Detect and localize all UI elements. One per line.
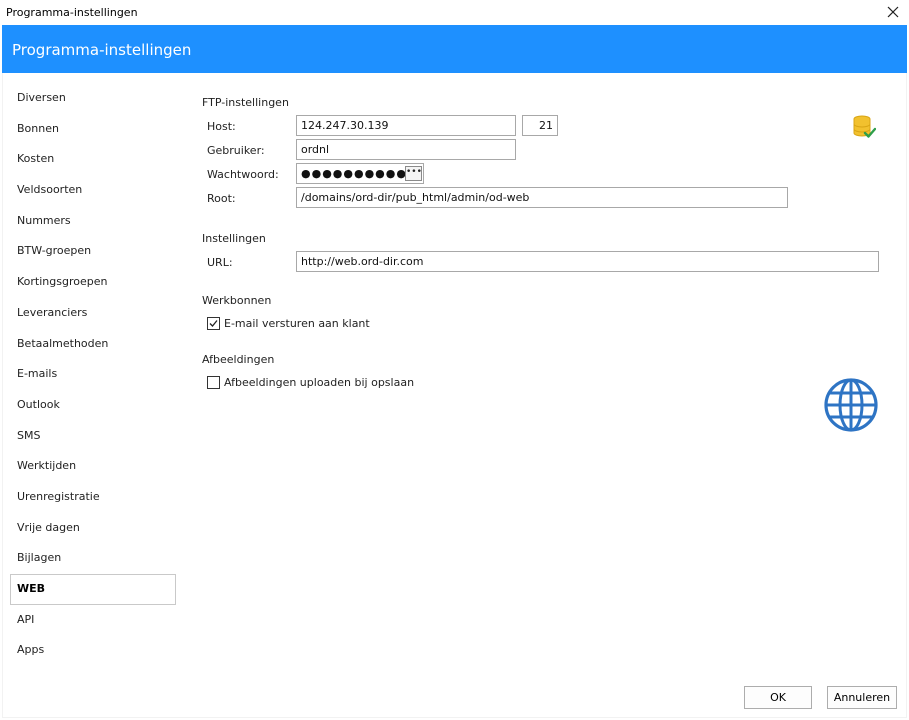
cancel-button[interactable]: Annuleren	[827, 686, 897, 709]
database-check-icon	[852, 115, 877, 141]
sidebar-item-veldsoorten[interactable]: Veldsoorten	[10, 175, 176, 206]
sidebar-item-bijlagen[interactable]: Bijlagen	[10, 543, 176, 574]
settings-section-title: Instellingen	[202, 232, 266, 245]
sidebar-item-werktijden[interactable]: Werktijden	[10, 451, 176, 482]
sidebar-item-vrije-dagen[interactable]: Vrije dagen	[10, 513, 176, 544]
sidebar-item-sms[interactable]: SMS	[10, 421, 176, 452]
sidebar-item-diversen[interactable]: Diversen	[10, 83, 176, 114]
sidebar-item-kosten[interactable]: Kosten	[10, 144, 176, 175]
host-label: Host:	[207, 120, 236, 133]
window-titlebar: Programma-instellingen	[0, 0, 909, 25]
workorders-section-title: Werkbonnen	[202, 294, 272, 307]
sidebar-item-nummers[interactable]: Nummers	[10, 206, 176, 237]
port-input[interactable]: 21	[522, 115, 558, 136]
host-input[interactable]: 124.247.30.139	[296, 115, 516, 136]
user-label: Gebruiker:	[207, 144, 265, 157]
sidebar-item-e-mails[interactable]: E-mails	[10, 359, 176, 390]
dialog-header-title: Programma-instellingen	[12, 41, 192, 59]
images-section-title: Afbeeldingen	[202, 353, 275, 366]
root-input[interactable]: /domains/ord-dir/pub_html/admin/od-web	[296, 187, 788, 208]
sidebar-item-btw-groepen[interactable]: BTW-groepen	[10, 236, 176, 267]
url-input[interactable]: http://web.ord-dir.com	[296, 251, 879, 272]
sidebar-item-bonnen[interactable]: Bonnen	[10, 114, 176, 145]
ftp-section-title: FTP-instellingen	[202, 96, 289, 109]
close-icon[interactable]	[883, 2, 903, 22]
email-customer-label: E-mail versturen aan klant	[224, 316, 370, 330]
sidebar-item-urenregistratie[interactable]: Urenregistratie	[10, 482, 176, 513]
upload-images-checkbox[interactable]	[207, 375, 220, 389]
upload-images-label: Afbeeldingen uploaden bij opslaan	[224, 375, 415, 389]
sidebar-item-leveranciers[interactable]: Leveranciers	[10, 298, 176, 329]
sidebar-item-kortingsgroepen[interactable]: Kortingsgroepen	[10, 267, 176, 298]
settings-sidebar: Diversen Bonnen Kosten Veldsoorten Numme…	[10, 83, 176, 666]
password-label: Wachtwoord:	[207, 168, 279, 181]
window-title: Programma-instellingen	[6, 6, 138, 19]
url-label: URL:	[207, 256, 233, 269]
upload-images-row[interactable]: Afbeeldingen uploaden bij opslaan	[207, 374, 414, 390]
sidebar-item-apps[interactable]: Apps	[10, 635, 176, 666]
globe-icon	[823, 377, 879, 433]
sidebar-item-web[interactable]: WEB	[10, 574, 176, 605]
email-customer-row[interactable]: E-mail versturen aan klant	[207, 315, 370, 331]
root-label: Root:	[207, 192, 236, 205]
user-input[interactable]: ordnl	[296, 139, 516, 160]
sidebar-item-outlook[interactable]: Outlook	[10, 390, 176, 421]
sidebar-item-api[interactable]: API	[10, 605, 176, 636]
ok-button[interactable]: OK	[744, 686, 812, 709]
email-customer-checkbox[interactable]	[207, 316, 220, 330]
password-browse-button[interactable]: •••	[405, 166, 422, 181]
dialog-header: Programma-instellingen	[2, 25, 907, 73]
sidebar-item-betaalmethoden[interactable]: Betaalmethoden	[10, 329, 176, 360]
